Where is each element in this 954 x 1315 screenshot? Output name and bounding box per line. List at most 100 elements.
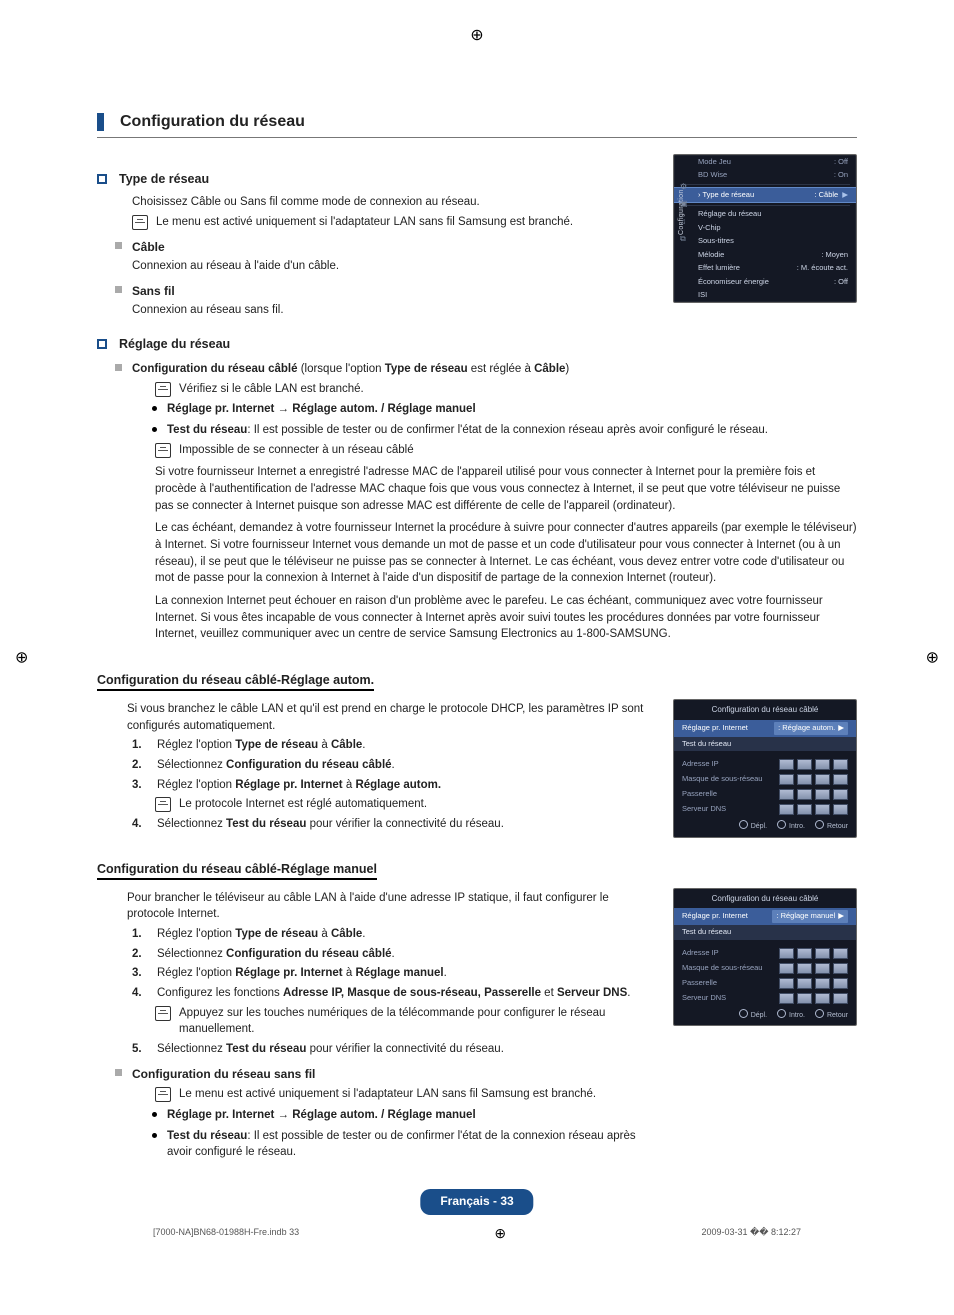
cfgbox-field-row: Adresse IP (674, 946, 856, 961)
item-cable-desc: Connexion au réseau à l'aide d'un câble. (132, 258, 655, 275)
step-text: Réglez l'option Réglage pr. Internet à R… (157, 777, 655, 794)
paragraph: La connexion Internet peut échouer en ra… (155, 593, 857, 643)
cfgbox-field-label: Serveur DNS (682, 993, 726, 1004)
bullet-text: Test du réseau: Il est possible de teste… (167, 1128, 655, 1161)
bullet-sansfil-test: Test du réseau: Il est possible de teste… (152, 1128, 655, 1161)
note-protocol-auto: Le protocole Internet est réglé automati… (155, 796, 655, 813)
cfgbox-field-cells (779, 978, 848, 989)
cfgbox-field-row: Adresse IP (674, 757, 856, 772)
heading-text: Configuration du réseau (120, 110, 305, 133)
cfgbox-test-row: Test du réseau (674, 925, 856, 940)
paragraph: Le cas échéant, demandez à votre fournis… (155, 520, 857, 587)
print-footer: [7000-NA]BN68-01988H-Fre.indb 33 ⊕ 2009-… (97, 1223, 857, 1243)
cfgbox-field-row: Serveur DNS (674, 802, 856, 817)
ip-octet-cell (779, 948, 794, 959)
step-text: Configurez les fonctions Adresse IP, Mas… (157, 985, 655, 1002)
note-remote-numeric: Appuyez sur les touches numériques de la… (155, 1005, 655, 1038)
autom-steps-cont: 4. Sélectionnez Test du réseau pour véri… (132, 816, 655, 833)
heading-accent-bar (97, 113, 104, 131)
ip-octet-cell (815, 759, 830, 770)
cfgbox-footer-item: Dépl. (739, 1009, 767, 1021)
osd-row: Mélodie: Moyen (674, 248, 856, 262)
osd-row-value: : Off (834, 277, 848, 288)
cfgbox-reglage-row: Réglage pr. Internet: Réglage autom. ▶ (674, 720, 856, 737)
item-sansfil-desc: Connexion au réseau sans fil. (132, 302, 655, 319)
ip-octet-cell (779, 789, 794, 800)
type-desc: Choisissez Câble ou Sans fil comme mode … (132, 194, 655, 211)
osd-row-label: Sous-titres (698, 236, 848, 247)
item-label: Configuration du réseau sans fil (132, 1066, 315, 1083)
bullet-sansfil-reglage: Réglage pr. Internet → Réglage autom. / … (152, 1107, 655, 1124)
ip-octet-cell (815, 978, 830, 989)
step-number: 1. (132, 926, 147, 943)
osd-row-label: ISI (698, 290, 848, 301)
manuel-steps-cont: 5. Sélectionnez Test du réseau pour véri… (132, 1041, 655, 1058)
cfgbox-field-cells (779, 789, 848, 800)
cfgbox-field-cells (779, 948, 848, 959)
osd-row-label: Réglage du réseau (698, 209, 848, 220)
note-text: Vérifiez si le câble LAN est branché. (179, 381, 364, 398)
cfgbox-field-row: Passerelle (674, 976, 856, 991)
cfgbox-footer-item: Retour (815, 820, 848, 832)
note-text: Le protocole Internet est réglé automati… (179, 796, 427, 813)
section-main-heading: Configuration du réseau (97, 110, 857, 138)
step-number: 3. (132, 965, 147, 982)
cfgbox-field-row: Masque de sous-réseau (674, 961, 856, 976)
cfgbox-reglage-value: : Réglage autom. ▶ (774, 722, 848, 735)
cfgbox-field-label: Masque de sous-réseau (682, 774, 762, 785)
cfgbox-title: Configuration du réseau câblé (674, 700, 856, 720)
item-label: Câble (132, 239, 165, 256)
note-icon (155, 443, 171, 458)
step-text: Réglez l'option Type de réseau à Câble. (157, 926, 655, 943)
gear-icon: ⚙ (680, 181, 688, 192)
page-content: Configuration du réseau Type de réseau C… (97, 0, 857, 1261)
cfgbox-footer-item: Retour (815, 1009, 848, 1021)
ip-octet-cell (815, 774, 830, 785)
ip-octet-cell (797, 774, 812, 785)
ip-octet-cell (815, 789, 830, 800)
ip-octet-cell (833, 948, 848, 959)
arrow-right-icon: ▶ (838, 911, 844, 922)
ip-octet-cell (797, 789, 812, 800)
bullet-icon (115, 1069, 122, 1076)
ip-octet-cell (797, 948, 812, 959)
osd-row-label: V-Chip (698, 223, 848, 234)
ip-octet-cell (815, 993, 830, 1004)
osd-row-value: : Moyen (821, 250, 848, 261)
cfgbox-field-cells (779, 774, 848, 785)
paragraph-block: Si votre fournisseur Internet a enregist… (155, 464, 857, 643)
bullet-icon (115, 364, 122, 371)
print-footer-left: [7000-NA]BN68-01988H-Fre.indb 33 (153, 1226, 299, 1239)
osd-row-label: Effet lumière (698, 263, 797, 274)
dot-icon (152, 1112, 157, 1117)
cfgbox-field-row: Serveur DNS (674, 991, 856, 1006)
ip-octet-cell (797, 804, 812, 815)
cfgbox-field-label: Adresse IP (682, 948, 719, 959)
cfgbox-footer: Dépl.Intro.Retour (674, 817, 856, 832)
osd-config-manuel: Configuration du réseau câbléRéglage pr.… (673, 888, 857, 1026)
note-text: Le menu est activé uniquement si l'adapt… (179, 1086, 596, 1103)
osd-row-label: › Type de réseau (698, 190, 814, 201)
step-text: Sélectionnez Test du réseau pour vérifie… (157, 1041, 655, 1058)
cfgbox-field-cells (779, 993, 848, 1004)
ip-octet-cell (797, 759, 812, 770)
note-icon (155, 1087, 171, 1102)
ip-octet-cell (833, 774, 848, 785)
osd-row: V-Chip (674, 221, 856, 235)
ip-octet-cell (779, 993, 794, 1004)
print-footer-right: 2009-03-31 �� 8:12:27 (701, 1226, 801, 1239)
osd-row: BD Wise: On (674, 169, 856, 183)
item-cable: Câble (115, 239, 655, 256)
bullet-icon (115, 286, 122, 293)
step-number: 2. (132, 946, 147, 963)
sound-icon: ♫ (680, 216, 688, 227)
ip-octet-cell (779, 963, 794, 974)
bullet-text: Réglage pr. Internet → Réglage autom. / … (167, 401, 476, 418)
cfgbox-field-cells (779, 804, 848, 815)
ip-octet-cell (797, 993, 812, 1004)
osd-row: Économiseur énergie: Off (674, 275, 856, 289)
step-number: 4. (132, 816, 147, 833)
note-adapter: Le menu est activé uniquement si l'adapt… (132, 214, 655, 231)
item-text: Configuration du réseau câblé (lorsque l… (132, 361, 569, 378)
arrow-right-icon: ▶ (838, 190, 848, 201)
